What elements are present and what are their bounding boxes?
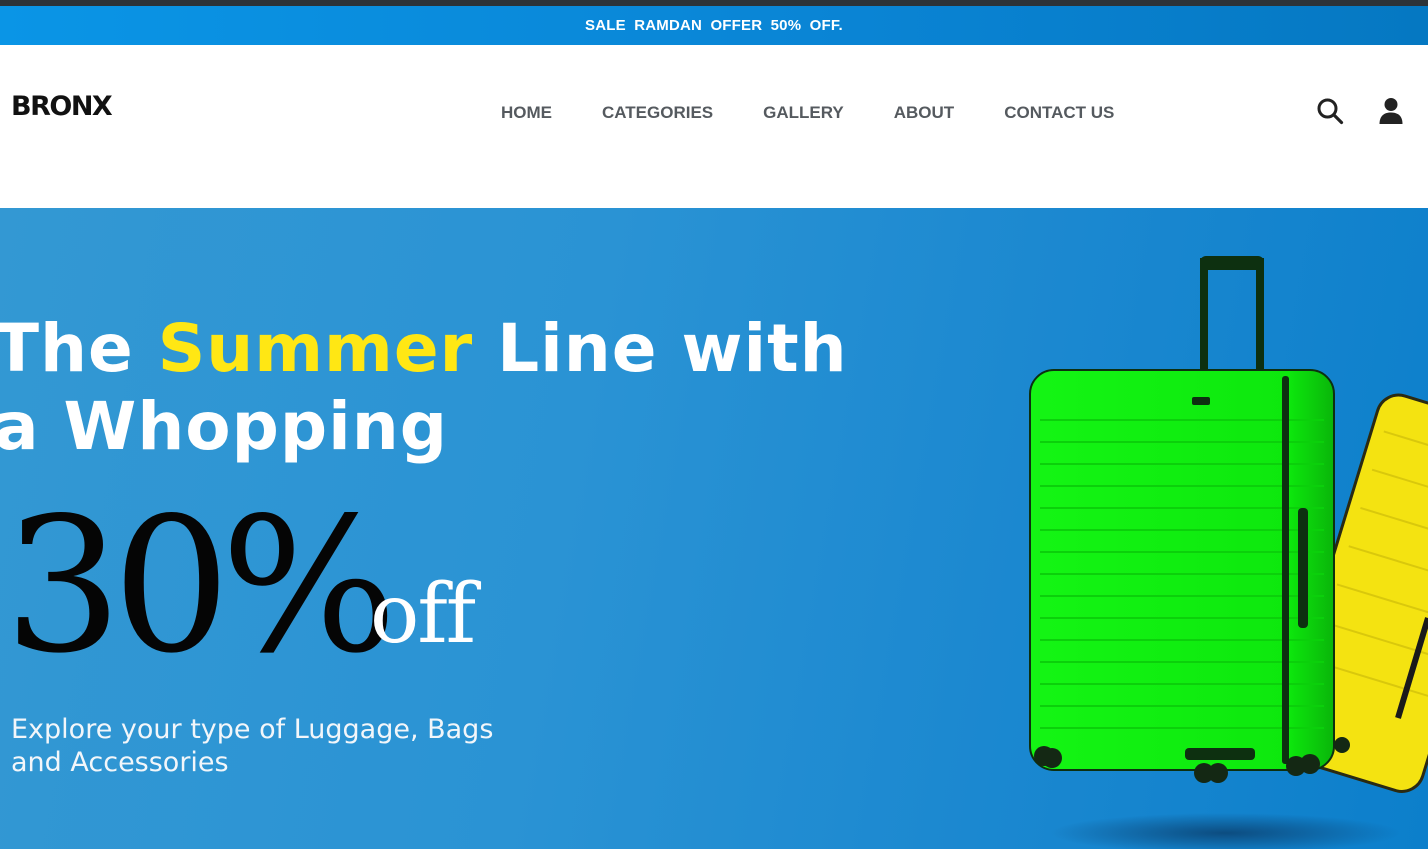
nav-gallery[interactable]: GALLERY: [763, 103, 844, 123]
search-icon[interactable]: [1316, 97, 1344, 129]
hero-title-highlight: Summer: [157, 310, 474, 387]
site-header: BRONX HOME CATEGORIES GALLERY ABOUT CONT…: [0, 45, 1428, 208]
main-nav: HOME CATEGORIES GALLERY ABOUT CONTACT US: [501, 103, 1114, 123]
promo-text: SALE RAMDAN OFFER 50% OFF.: [585, 17, 843, 34]
user-icon[interactable]: [1378, 97, 1404, 129]
nav-about[interactable]: ABOUT: [894, 103, 954, 123]
hero-title-start: The: [0, 310, 158, 387]
promo-banner: SALE RAMDAN OFFER 50% OFF.: [0, 6, 1428, 45]
discount-display: 30% off: [4, 477, 476, 694]
nav-contact-us[interactable]: CONTACT US: [1004, 103, 1114, 123]
hero-subtitle: Explore your type of Luggage, Bags and A…: [11, 714, 494, 778]
hero-banner: The Summer Line with a Whopping 30% off …: [0, 208, 1428, 849]
hero-title: The Summer Line with a Whopping: [0, 310, 894, 466]
discount-value: 30%: [4, 477, 397, 694]
nav-categories[interactable]: CATEGORIES: [602, 103, 713, 123]
brand-logo[interactable]: BRONX: [11, 91, 113, 122]
nav-home[interactable]: HOME: [501, 103, 552, 123]
suitcases-image: [1029, 256, 1428, 849]
discount-suffix: off: [370, 567, 476, 662]
